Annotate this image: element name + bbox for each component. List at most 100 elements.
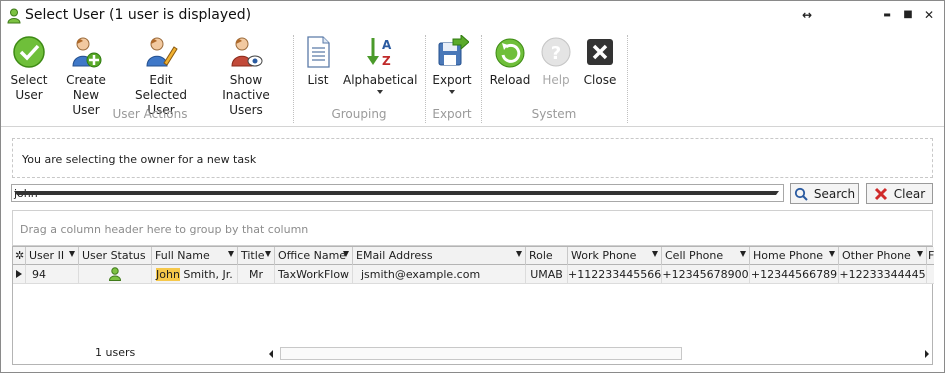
user-count: 1 users xyxy=(95,346,136,359)
floppy-export-icon xyxy=(435,33,470,69)
cell-fax xyxy=(927,265,934,284)
cell-user-id: 94 xyxy=(26,265,79,284)
column-header-fax[interactable]: Fa xyxy=(927,247,934,265)
cell-title: Mr xyxy=(238,265,275,284)
column-header-other-phone[interactable]: Other Phone xyxy=(839,247,927,265)
column-header-full-name[interactable]: Full Name xyxy=(152,247,238,265)
close-label: Close xyxy=(583,73,617,87)
horizontal-scrollbar[interactable] xyxy=(267,347,931,360)
reload-icon xyxy=(493,35,527,69)
close-x-icon xyxy=(583,35,617,69)
clear-button[interactable]: Clear xyxy=(866,183,933,204)
edit-user-icon xyxy=(144,35,178,69)
search-button[interactable]: Search xyxy=(790,183,859,204)
search-match-highlight: John xyxy=(156,268,180,281)
ribbon-separator xyxy=(627,35,628,123)
cell-email-address: jsmith@example.com xyxy=(353,265,526,284)
filter-icon[interactable] xyxy=(228,251,234,257)
column-header-title[interactable]: Title xyxy=(238,247,275,265)
reload-button[interactable]: Reload xyxy=(489,35,531,88)
minimize-button[interactable]: ▬ xyxy=(879,7,895,23)
alphabetical-button[interactable]: AZ Alphabetical xyxy=(343,35,417,94)
filter-icon[interactable] xyxy=(652,251,658,257)
ribbon-toolbar: Select User Create New User Edit Selecte… xyxy=(1,31,944,127)
create-new-user-button[interactable]: Create New User xyxy=(58,35,114,118)
user-actions-group-label: User Actions xyxy=(112,107,188,121)
column-customize-icon[interactable]: ✲ xyxy=(13,247,26,265)
column-header-email-address[interactable]: EMail Address xyxy=(353,247,526,265)
window-title: Select User (1 user is displayed) xyxy=(25,7,252,23)
group-by-panel[interactable]: Drag a column header here to group by th… xyxy=(12,210,933,246)
column-header-home-phone[interactable]: Home Phone xyxy=(750,247,839,265)
info-message: You are selecting the owner for a new ta… xyxy=(22,153,257,166)
filter-icon[interactable] xyxy=(917,251,923,257)
show-inactive-users-button[interactable]: Show Inactive Users xyxy=(207,35,285,118)
edit-selected-user-button[interactable]: Edit Selected User xyxy=(123,35,199,118)
select-user-window: Select User (1 user is displayed) ↔ ▬ ■ … xyxy=(0,0,945,373)
search-input[interactable]: john xyxy=(11,184,784,202)
cell-work-phone: +112233445566 xyxy=(568,265,662,284)
alphabetical-label: Alphabetical xyxy=(343,73,418,87)
restore-size-icon[interactable]: ↔ xyxy=(799,7,815,23)
export-dropdown-arrow-icon[interactable] xyxy=(449,90,455,94)
users-grid: ✲ User II User Status Full Name Title Of… xyxy=(12,246,934,365)
grid-footer: 1 users xyxy=(13,343,934,363)
column-header-role[interactable]: Role xyxy=(526,247,568,265)
clear-x-icon xyxy=(874,187,887,200)
svg-text:?: ? xyxy=(551,43,561,64)
active-user-icon xyxy=(108,267,122,281)
cell-other-phone: +12233344445 xyxy=(839,265,927,284)
close-button[interactable]: Close xyxy=(581,35,619,88)
cell-office-name: TaxWorkFlow xyxy=(275,265,353,284)
list-label: List xyxy=(307,73,329,87)
sort-z-letter: Z xyxy=(382,54,391,68)
select-user-label: Select User xyxy=(10,73,48,102)
system-group-label: System xyxy=(531,107,577,121)
group-by-hint: Drag a column header here to group by th… xyxy=(20,223,309,236)
filter-icon[interactable] xyxy=(69,251,75,257)
column-header-office-name[interactable]: Office Name xyxy=(275,247,353,265)
ribbon-separator xyxy=(481,35,482,123)
scrollbar-thumb[interactable] xyxy=(280,347,682,360)
help-button[interactable]: ? Help xyxy=(539,35,573,88)
cell-cell-phone: +12345678900 xyxy=(662,265,750,284)
help-label: Help xyxy=(542,73,570,87)
cell-home-phone: +12344566789 xyxy=(750,265,839,284)
cell-full-name: John Smith, Jr. xyxy=(152,265,238,284)
table-row[interactable]: 94 John Smith, Jr. Mr TaxWorkFlow jsmith… xyxy=(13,265,934,284)
column-header-work-phone[interactable]: Work Phone xyxy=(568,247,662,265)
filter-icon[interactable] xyxy=(740,251,746,257)
search-dropdown-arrow-icon[interactable] xyxy=(14,191,779,195)
close-window-button[interactable]: ✕ xyxy=(921,7,937,23)
info-message-panel: You are selecting the owner for a new ta… xyxy=(12,138,933,178)
column-header-cell-phone[interactable]: Cell Phone xyxy=(662,247,750,265)
export-label: Export xyxy=(432,73,472,87)
column-header-user-id[interactable]: User II xyxy=(26,247,79,265)
add-user-icon xyxy=(69,35,103,69)
filter-icon[interactable] xyxy=(829,251,835,257)
export-button[interactable]: Export xyxy=(431,33,473,94)
filter-icon[interactable] xyxy=(265,251,271,257)
export-group-label: Export xyxy=(432,107,472,121)
reload-label: Reload xyxy=(489,73,531,87)
list-button[interactable]: List xyxy=(301,35,335,88)
inactive-user-eye-icon xyxy=(229,35,263,69)
alphabetical-dropdown-arrow-icon[interactable] xyxy=(377,90,383,94)
ribbon-separator xyxy=(293,35,294,123)
search-icon xyxy=(794,187,808,201)
cell-user-status xyxy=(79,265,152,284)
scroll-left-arrow-icon[interactable] xyxy=(269,350,273,358)
select-user-button[interactable]: Select User xyxy=(9,35,49,103)
user-icon xyxy=(7,8,21,24)
row-indicator-icon xyxy=(13,265,26,284)
scroll-right-arrow-icon[interactable] xyxy=(925,350,929,358)
filter-icon[interactable] xyxy=(516,251,522,257)
grid-header: ✲ User II User Status Full Name Title Of… xyxy=(13,247,934,265)
title-bar: Select User (1 user is displayed) ↔ ▬ ■ … xyxy=(1,1,944,31)
column-header-user-status[interactable]: User Status xyxy=(79,247,152,265)
help-question-icon: ? xyxy=(539,35,573,69)
list-document-icon xyxy=(301,35,335,69)
grouping-group-label: Grouping xyxy=(331,107,387,121)
maximize-button[interactable]: ■ xyxy=(900,7,916,23)
filter-icon[interactable] xyxy=(343,251,349,257)
